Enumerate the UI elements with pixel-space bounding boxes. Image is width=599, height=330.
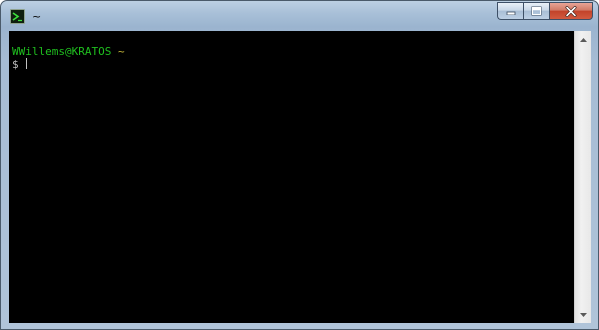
- caption-buttons: [497, 2, 593, 21]
- terminal-icon[interactable]: [10, 9, 25, 24]
- window-title: ~: [32, 10, 42, 23]
- scroll-down-arrow-icon: [579, 312, 587, 317]
- terminal-output-area[interactable]: WWillems@KRATOS ~ $: [9, 31, 574, 323]
- scroll-up-button[interactable]: [575, 31, 591, 48]
- vertical-scrollbar[interactable]: [574, 31, 591, 323]
- minimize-icon: [506, 11, 515, 15]
- terminal-window: ~ WWillems@KRATOS ~ $: [0, 0, 599, 330]
- user-host-label: WWillems@KRATOS: [12, 45, 112, 58]
- close-icon: [565, 5, 577, 17]
- text-cursor: [26, 58, 28, 69]
- prompt-header-line: WWillems@KRATOS ~: [12, 45, 125, 58]
- current-directory: ~: [117, 45, 125, 58]
- minimize-button[interactable]: [497, 2, 523, 20]
- maximize-button[interactable]: [523, 2, 549, 20]
- close-button[interactable]: [549, 2, 593, 20]
- scroll-up-arrow-icon: [579, 37, 587, 42]
- maximize-icon: [531, 6, 542, 16]
- prompt-symbol: $: [12, 58, 19, 71]
- command-input-line[interactable]: $: [12, 58, 28, 71]
- title-bar[interactable]: ~: [1, 1, 598, 29]
- scroll-down-button[interactable]: [575, 306, 591, 323]
